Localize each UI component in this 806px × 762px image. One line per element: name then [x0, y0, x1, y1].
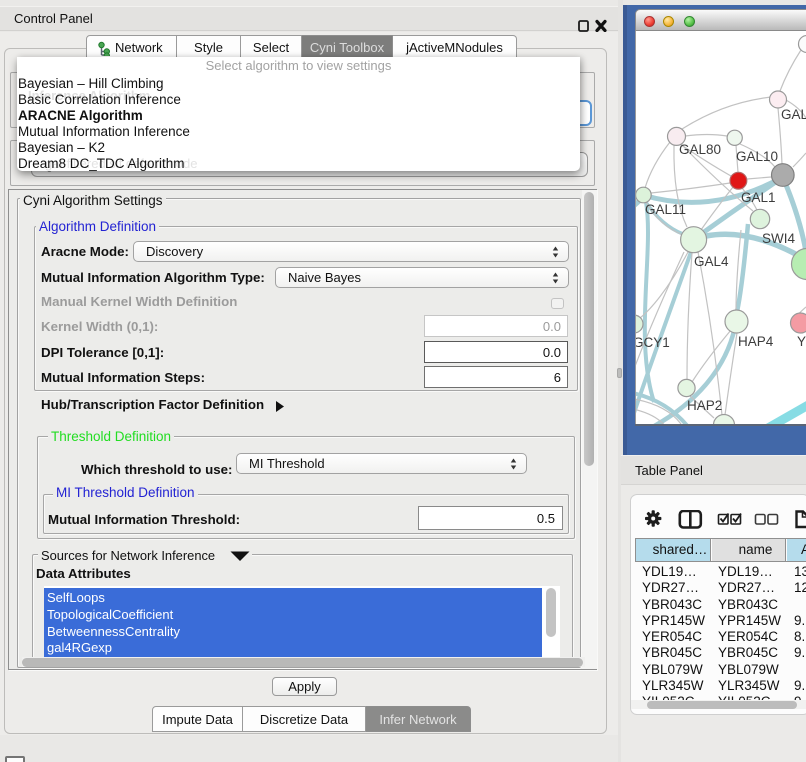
svg-text:HAP4: HAP4: [738, 334, 774, 349]
svg-text:GAL1: GAL1: [741, 190, 776, 205]
svg-text:GAL10: GAL10: [736, 149, 778, 164]
svg-text:GCY1: GCY1: [636, 335, 670, 350]
svg-text:GAL11: GAL11: [645, 202, 686, 217]
svg-text:SWI4: SWI4: [762, 231, 795, 246]
svg-text:GAL80: GAL80: [679, 142, 721, 157]
svg-text:HAP2: HAP2: [687, 398, 722, 413]
svg-text:GAL7: GAL7: [781, 107, 806, 122]
svg-text:GAL4: GAL4: [694, 254, 729, 269]
svg-text:YJ: YJ: [797, 334, 806, 349]
